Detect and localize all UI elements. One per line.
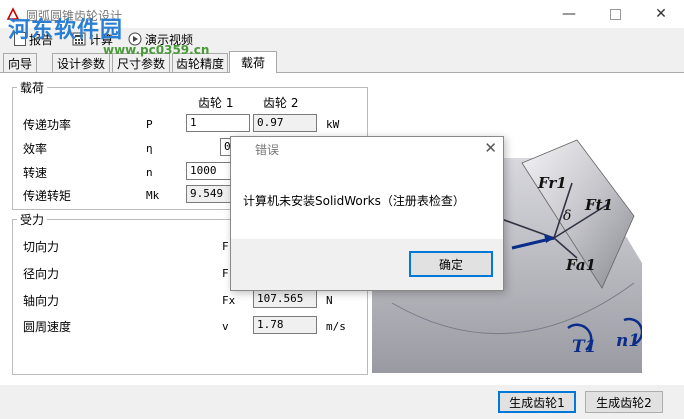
tab-size-params-label: 尺寸参数	[116, 56, 165, 71]
close-button[interactable]: ✕	[638, 0, 684, 28]
tab-design-params[interactable]: 设计参数	[52, 53, 110, 72]
radial-force-symbol: F	[222, 267, 229, 280]
watermark-url: www.pc0359.cn	[103, 43, 210, 57]
error-dialog-footer: 确定	[231, 239, 503, 290]
watermark: 河东软件园 www.pc0359.cn	[8, 12, 209, 57]
error-dialog-title: 错误	[255, 143, 280, 157]
axial-force-symbol: Fx	[222, 294, 236, 307]
circumferential-speed-label: 圆周速度	[23, 320, 72, 334]
power-label: 传递功率	[23, 118, 72, 132]
power-unit: kW	[326, 118, 340, 131]
maximize-button[interactable]	[592, 0, 638, 28]
circumferential-speed-symbol: v	[222, 320, 229, 333]
torque-symbol: Mk	[146, 189, 160, 202]
load-group-title: 载荷	[17, 79, 48, 96]
dialog-ok-button[interactable]: 确定	[409, 251, 493, 277]
tab-wizard[interactable]: 向导	[3, 53, 37, 72]
main-window: 圆弧圆锥齿轮设计 — ✕ 报告 计算 演示视频 向导 设计参数 尺寸参数 齿轮精…	[0, 0, 684, 419]
ft1-label: Ft1	[584, 196, 613, 214]
error-dialog-close-icon[interactable]: ✕	[484, 139, 497, 157]
tangential-force-symbol: F	[222, 240, 229, 253]
axial-force-label: 轴向力	[23, 294, 60, 308]
efficiency-label: 效率	[23, 142, 48, 156]
circumferential-speed-unit: m/s	[326, 320, 346, 333]
tab-design-params-label: 设计参数	[56, 56, 105, 71]
delta-label: δ	[563, 208, 571, 224]
power-symbol: P	[146, 118, 153, 131]
tab-wizard-label: 向导	[7, 56, 32, 71]
t1-label: T1	[572, 337, 596, 357]
tab-load-label: 载荷	[240, 56, 265, 70]
n1-label: n1	[616, 331, 640, 351]
watermark-text: 河东软件园	[8, 18, 124, 43]
axial-force-field: 107.565	[253, 290, 317, 308]
power-gear2-field: 0.97	[253, 114, 317, 132]
force-group-title: 受力	[17, 211, 48, 228]
error-dialog-message: 计算机未安装SolidWorks（注册表检查）	[243, 194, 465, 208]
circumferential-speed-field: 1.78	[253, 316, 317, 334]
maximize-icon	[609, 8, 621, 20]
speed-label: 转速	[23, 166, 48, 180]
minimize-icon: —	[562, 6, 576, 22]
speed-symbol: n	[146, 166, 153, 179]
tab-gear-precision-label: 齿轮精度	[175, 56, 224, 71]
col-header-gear2: 齿轮 2	[263, 96, 299, 110]
generate-gear2-button[interactable]: 生成齿轮2	[585, 391, 663, 413]
fr1-label: Fr1	[537, 174, 567, 192]
close-icon: ✕	[655, 6, 667, 22]
axial-force-unit: N	[326, 294, 333, 307]
tab-load[interactable]: 载荷	[229, 51, 277, 73]
efficiency-symbol: η	[146, 142, 153, 155]
col-header-gear1: 齿轮 1	[198, 96, 234, 110]
generate-gear1-button[interactable]: 生成齿轮1	[498, 391, 576, 413]
radial-force-label: 径向力	[23, 267, 60, 281]
error-dialog: 错误 ✕ 计算机未安装SolidWorks（注册表检查） 确定	[230, 136, 504, 291]
power-gear1-input[interactable]: 1	[186, 114, 250, 132]
torque-label: 传递转矩	[23, 189, 72, 203]
minimize-button[interactable]: —	[546, 0, 592, 28]
tangential-force-label: 切向力	[23, 240, 60, 254]
fa1-label: Fa1	[565, 256, 596, 274]
